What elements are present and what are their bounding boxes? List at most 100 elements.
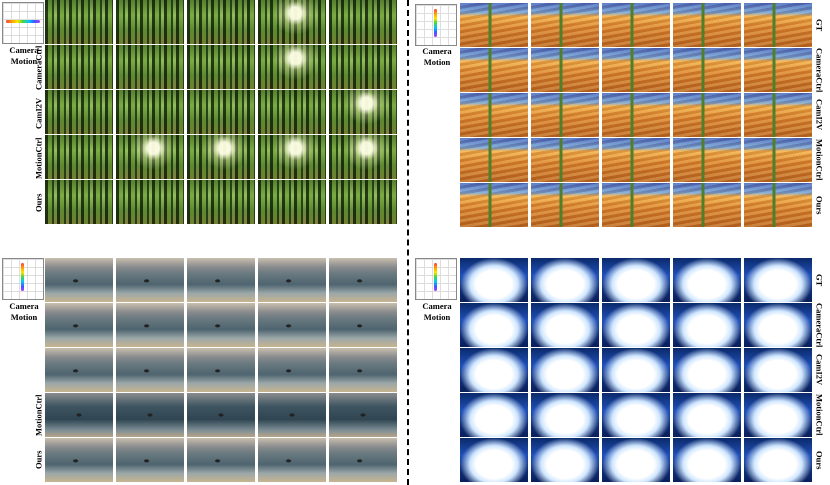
frame bbox=[602, 258, 671, 302]
frame bbox=[460, 93, 529, 137]
camera-motion-label: Camera Motion bbox=[422, 46, 452, 67]
frame bbox=[531, 93, 600, 137]
frame bbox=[258, 438, 327, 482]
frame bbox=[187, 348, 256, 392]
frame bbox=[116, 45, 185, 89]
frame bbox=[531, 3, 600, 47]
frame bbox=[116, 303, 185, 347]
panel-desert: Camera Motion GT CameraCtrl CamI2V Motio… bbox=[412, 0, 830, 230]
frame bbox=[258, 393, 327, 437]
frame bbox=[116, 180, 185, 224]
camera-motion-label: Camera Motion bbox=[9, 301, 39, 322]
panel-divider bbox=[407, 0, 409, 485]
frame bbox=[116, 0, 185, 44]
frame bbox=[744, 138, 813, 182]
frame bbox=[744, 93, 813, 137]
frame bbox=[45, 258, 114, 302]
panel-iceberg: Camera Motion GT CameraCtrl CamI2V Motio… bbox=[412, 256, 830, 485]
frame bbox=[602, 48, 671, 92]
frame bbox=[673, 303, 742, 347]
frame bbox=[116, 393, 185, 437]
frame bbox=[531, 138, 600, 182]
frame bbox=[673, 258, 742, 302]
row-label-motionctrl: MotionCtrl bbox=[814, 139, 825, 181]
camera-trajectory-mark bbox=[434, 263, 437, 291]
row-label-motionctrl: MotionCtrl bbox=[33, 137, 44, 179]
frame bbox=[460, 258, 529, 302]
frame bbox=[258, 45, 327, 89]
frame bbox=[329, 135, 398, 179]
frame bbox=[329, 348, 398, 392]
frame bbox=[258, 348, 327, 392]
frame bbox=[602, 183, 671, 227]
frame bbox=[673, 183, 742, 227]
camera-trajectory-plot bbox=[415, 4, 457, 46]
row-label-ours: Ours bbox=[33, 193, 44, 213]
row-label-ours: Ours bbox=[814, 450, 825, 470]
frame bbox=[460, 48, 529, 92]
frame bbox=[329, 393, 398, 437]
frame bbox=[673, 3, 742, 47]
frame bbox=[531, 48, 600, 92]
frame bbox=[602, 393, 671, 437]
frame bbox=[531, 303, 600, 347]
frame bbox=[45, 180, 114, 224]
camera-trajectory-mark bbox=[21, 263, 24, 291]
frame bbox=[187, 135, 256, 179]
frame bbox=[329, 258, 398, 302]
camera-trajectory-plot bbox=[2, 2, 44, 44]
frame bbox=[329, 438, 398, 482]
frame bbox=[744, 393, 813, 437]
frame bbox=[673, 48, 742, 92]
frame bbox=[602, 3, 671, 47]
frame bbox=[258, 90, 327, 134]
frame bbox=[673, 138, 742, 182]
frame bbox=[744, 3, 813, 47]
frame bbox=[531, 183, 600, 227]
frame bbox=[187, 90, 256, 134]
frame bbox=[744, 258, 813, 302]
frame bbox=[187, 438, 256, 482]
row-label-gt: GT bbox=[814, 18, 825, 32]
row-label-camerectrl: CameraCtrl bbox=[33, 45, 44, 91]
frame bbox=[460, 138, 529, 182]
frame bbox=[744, 183, 813, 227]
frame bbox=[460, 3, 529, 47]
frame bbox=[744, 48, 813, 92]
frame bbox=[45, 0, 114, 44]
frame bbox=[187, 258, 256, 302]
row-label-camerectrl: CameraCtrl bbox=[814, 302, 825, 348]
frame bbox=[744, 348, 813, 392]
frame bbox=[329, 90, 398, 134]
frame bbox=[673, 348, 742, 392]
frame bbox=[116, 90, 185, 134]
camera-trajectory-mark bbox=[6, 20, 40, 23]
frame bbox=[329, 180, 398, 224]
frame bbox=[258, 0, 327, 44]
row-label-cami2v: CamI2V bbox=[814, 99, 825, 131]
camera-trajectory-plot bbox=[2, 258, 44, 300]
frame bbox=[187, 393, 256, 437]
frame bbox=[45, 438, 114, 482]
frame bbox=[460, 348, 529, 392]
panel-lake: Camera Motion MotionCtrl Ours bbox=[0, 256, 402, 485]
frame bbox=[673, 93, 742, 137]
frame bbox=[673, 393, 742, 437]
frame bbox=[460, 303, 529, 347]
frame bbox=[329, 303, 398, 347]
frame bbox=[45, 303, 114, 347]
frame bbox=[116, 438, 185, 482]
camera-trajectory-mark bbox=[434, 9, 437, 37]
frame bbox=[187, 303, 256, 347]
row-label-ours: Ours bbox=[814, 195, 825, 215]
frame bbox=[744, 303, 813, 347]
frame bbox=[116, 135, 185, 179]
camera-motion-label: Camera Motion bbox=[422, 301, 452, 322]
frame bbox=[116, 258, 185, 302]
frame bbox=[329, 0, 398, 44]
frame bbox=[116, 348, 185, 392]
frame bbox=[187, 45, 256, 89]
panel-bamboo: Camera Motion CameraCtrl CamI2V MotionCt… bbox=[0, 0, 402, 230]
frame bbox=[45, 90, 114, 134]
frame bbox=[531, 348, 600, 392]
